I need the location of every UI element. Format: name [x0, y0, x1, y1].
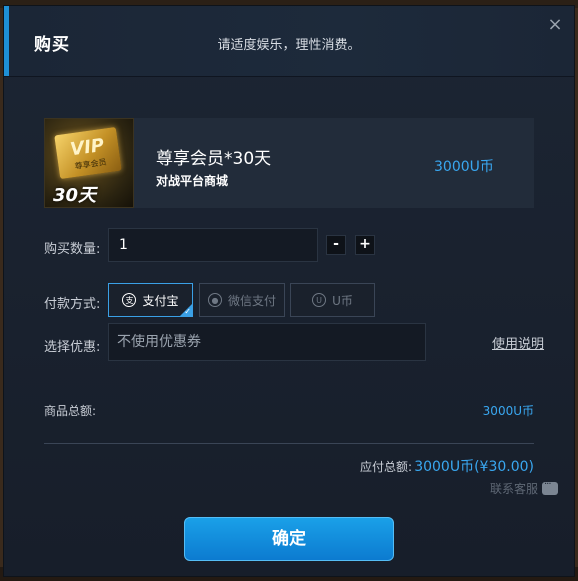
payment-option-label: U币	[332, 293, 353, 308]
usage-instructions-link[interactable]: 使用说明	[492, 333, 544, 352]
check-icon: ✓	[184, 307, 191, 316]
close-icon[interactable]: ×	[546, 16, 564, 34]
payment-option-label: 微信支付	[227, 293, 276, 308]
customer-service-label: 联系客服	[489, 482, 538, 496]
vip-product-image: VIP 尊享会员 30天	[44, 118, 134, 208]
total-label: 商品总额:	[44, 404, 97, 418]
coupon-select[interactable]: 不使用优惠券	[108, 323, 426, 361]
chat-bubble-icon	[542, 479, 558, 495]
payment-label: 付款方式:	[44, 297, 101, 312]
ucoin-icon: U	[312, 293, 327, 307]
payable-value: 3000U币(¥30.00)	[414, 459, 534, 475]
customer-service-link[interactable]: 联系客服	[489, 479, 558, 497]
product-store: 对战平台商城	[156, 174, 229, 188]
quantity-plus-button[interactable]: +	[355, 235, 375, 255]
purchase-dialog: 购买 请适度娱乐，理性消费。 × VIP 尊享会员 30天 尊享会员*30天 对…	[4, 6, 574, 576]
quantity-minus-button[interactable]: -	[326, 235, 346, 255]
product-card: VIP 尊享会员 30天 尊享会员*30天 对战平台商城 3000U币	[44, 118, 534, 208]
payment-option-label: 支付宝	[142, 293, 179, 308]
quantity-label: 购买数量:	[44, 242, 101, 257]
product-name: 尊享会员*30天	[156, 149, 272, 169]
total-value: 3000U币	[482, 404, 534, 418]
confirm-button[interactable]: 确定	[184, 517, 394, 561]
alipay-icon: 支	[122, 293, 137, 307]
product-price: 3000U币	[434, 159, 494, 175]
payment-option-wechat[interactable]: ● 微信支付	[199, 283, 285, 317]
dialog-subtitle: 请适度娱乐，理性消费。	[217, 38, 361, 53]
coupon-label: 选择优惠:	[44, 340, 101, 355]
payment-option-alipay[interactable]: 支 支付宝 ✓	[108, 283, 193, 317]
wechat-icon: ●	[207, 293, 222, 307]
summary-divider	[44, 443, 534, 444]
quantity-input[interactable]: 1	[108, 228, 318, 262]
dialog-header: 购买 请适度娱乐，理性消费。	[4, 6, 574, 77]
vip-days-text: 30天	[53, 185, 97, 206]
payable-label: 应付总额:	[360, 460, 413, 474]
payment-option-ucoin[interactable]: U U币	[290, 283, 375, 317]
vip-card-graphic: VIP 尊享会员	[54, 126, 122, 180]
